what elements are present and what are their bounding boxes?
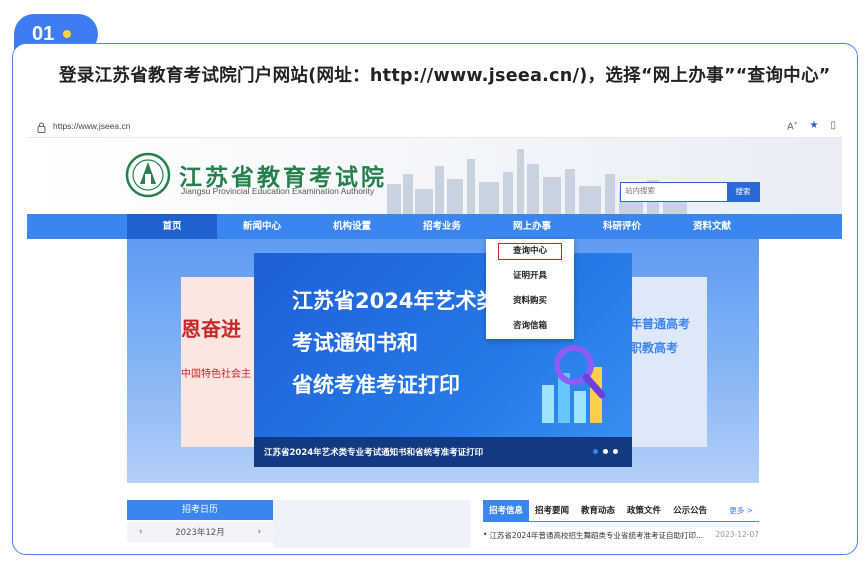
side-banner-left[interactable]: 恩奋进 中国特色社会主 [181, 277, 256, 447]
calendar-next-button[interactable]: › [258, 527, 261, 537]
site-subtitle: Jiangsu Provincial Education Examination… [181, 186, 375, 196]
side-left-text: 中国特色社会主 [181, 369, 251, 380]
search-input[interactable] [625, 186, 721, 195]
website-screenshot: https://www.jseea.cn A» ★ ▯ 江苏省教育考试院 Jia… [27, 118, 842, 548]
calendar-prev-button[interactable]: ‹ [139, 527, 142, 537]
side-banner-right[interactable]: 年普通高考 职教高考 [630, 277, 707, 447]
online-services-dropdown: 查询中心 证明开具 资料购买 咨询信箱 [486, 239, 574, 339]
hero-carousel: 恩奋进 中国特色社会主 年普通高考 职教高考 江苏省2024年艺术类专业 考试通… [127, 239, 759, 483]
more-link[interactable]: 更多 > [723, 500, 759, 522]
news-date: 2023-12-07 [715, 530, 759, 539]
main-slide[interactable]: 江苏省2024年艺术类专业 考试通知书和 省统考准考证打印 江苏省2024年艺术… [254, 253, 632, 467]
calendar-month-row: ‹ 2023年12月 › [127, 522, 273, 542]
site-logo [125, 152, 171, 198]
nav-item-online-services[interactable]: 网上办事 [487, 214, 577, 239]
dropdown-item-purchase[interactable]: 资料购买 [486, 289, 574, 314]
tab-admission-news[interactable]: 招考要闻 [529, 500, 575, 522]
side-right-line2: 职教高考 [630, 341, 679, 355]
dropdown-item-certificate[interactable]: 证明开具 [486, 264, 574, 289]
lock-icon [37, 122, 46, 133]
nav-item-home[interactable]: 首页 [127, 214, 217, 239]
browser-address-bar[interactable]: https://www.jseea.cn A» ★ ▯ [27, 118, 842, 138]
slide-caption-bar: 江苏省2024年艺术类专业考试通知书和省统考准考证打印 [254, 437, 632, 467]
tab-policy[interactable]: 政策文件 [621, 500, 667, 522]
slide-line3: 省统考准考证打印 [292, 373, 460, 397]
side-right-line1: 年普通高考 [630, 317, 691, 331]
middle-panel [273, 500, 471, 548]
dropdown-item-mailbox[interactable]: 咨询信箱 [486, 314, 574, 339]
tab-education-news[interactable]: 教育动态 [575, 500, 621, 522]
news-item[interactable]: • 江苏省2024年普通高校招生舞蹈类专业省统考准考证自助打印... 2023-… [483, 530, 759, 541]
magnifier-chart-icon [542, 345, 606, 423]
nav-item-organization[interactable]: 机构设置 [307, 214, 397, 239]
instruction-text: 登录江苏省教育考试院门户网站(网址：http://www.jseea.cn/)，… [59, 66, 831, 86]
browser-toolbar-icons: A» ★ ▯ [787, 120, 836, 132]
news-title[interactable]: 江苏省2024年普通高校招生舞蹈类专业省统考准考证自助打印... [487, 530, 709, 541]
news-tabs: 招考信息 招考要闻 教育动态 政策文件 公示公告 更多 > [483, 500, 759, 522]
nav-item-research[interactable]: 科研评价 [577, 214, 667, 239]
slide-line2: 考试通知书和 [292, 331, 418, 355]
badge-dot [63, 30, 72, 38]
calendar-title: 招考日历 [127, 500, 273, 520]
star-icon[interactable]: ★ [810, 120, 819, 132]
site-search: 搜索 [620, 182, 760, 202]
slide-caption: 江苏省2024年艺术类专业考试通知书和省统考准考证打印 [264, 448, 484, 458]
main-nav: 首页 新闻中心 机构设置 招考业务 网上办事 科研评价 资料文献 [27, 214, 842, 239]
carousel-dots[interactable] [593, 449, 618, 454]
nav-item-news[interactable]: 新闻中心 [217, 214, 307, 239]
nav-item-admissions[interactable]: 招考业务 [397, 214, 487, 239]
tab-announcements[interactable]: 公示公告 [667, 500, 713, 522]
tab-admission-info[interactable]: 招考信息 [483, 500, 530, 522]
side-left-heading: 恩奋进 [181, 317, 241, 341]
site-header: 江苏省教育考试院 Jiangsu Provincial Education Ex… [27, 138, 842, 214]
url-text[interactable]: https://www.jseea.cn [53, 121, 130, 131]
sidebar-icon[interactable]: ▯ [830, 120, 836, 132]
calendar-month: 2023年12月 [175, 528, 225, 538]
nav-item-documents[interactable]: 资料文献 [667, 214, 757, 239]
read-aloud-icon[interactable]: A» [787, 120, 798, 132]
city-skyline [387, 149, 687, 214]
query-center-highlight [498, 243, 562, 260]
search-button[interactable]: 搜索 [727, 183, 759, 201]
